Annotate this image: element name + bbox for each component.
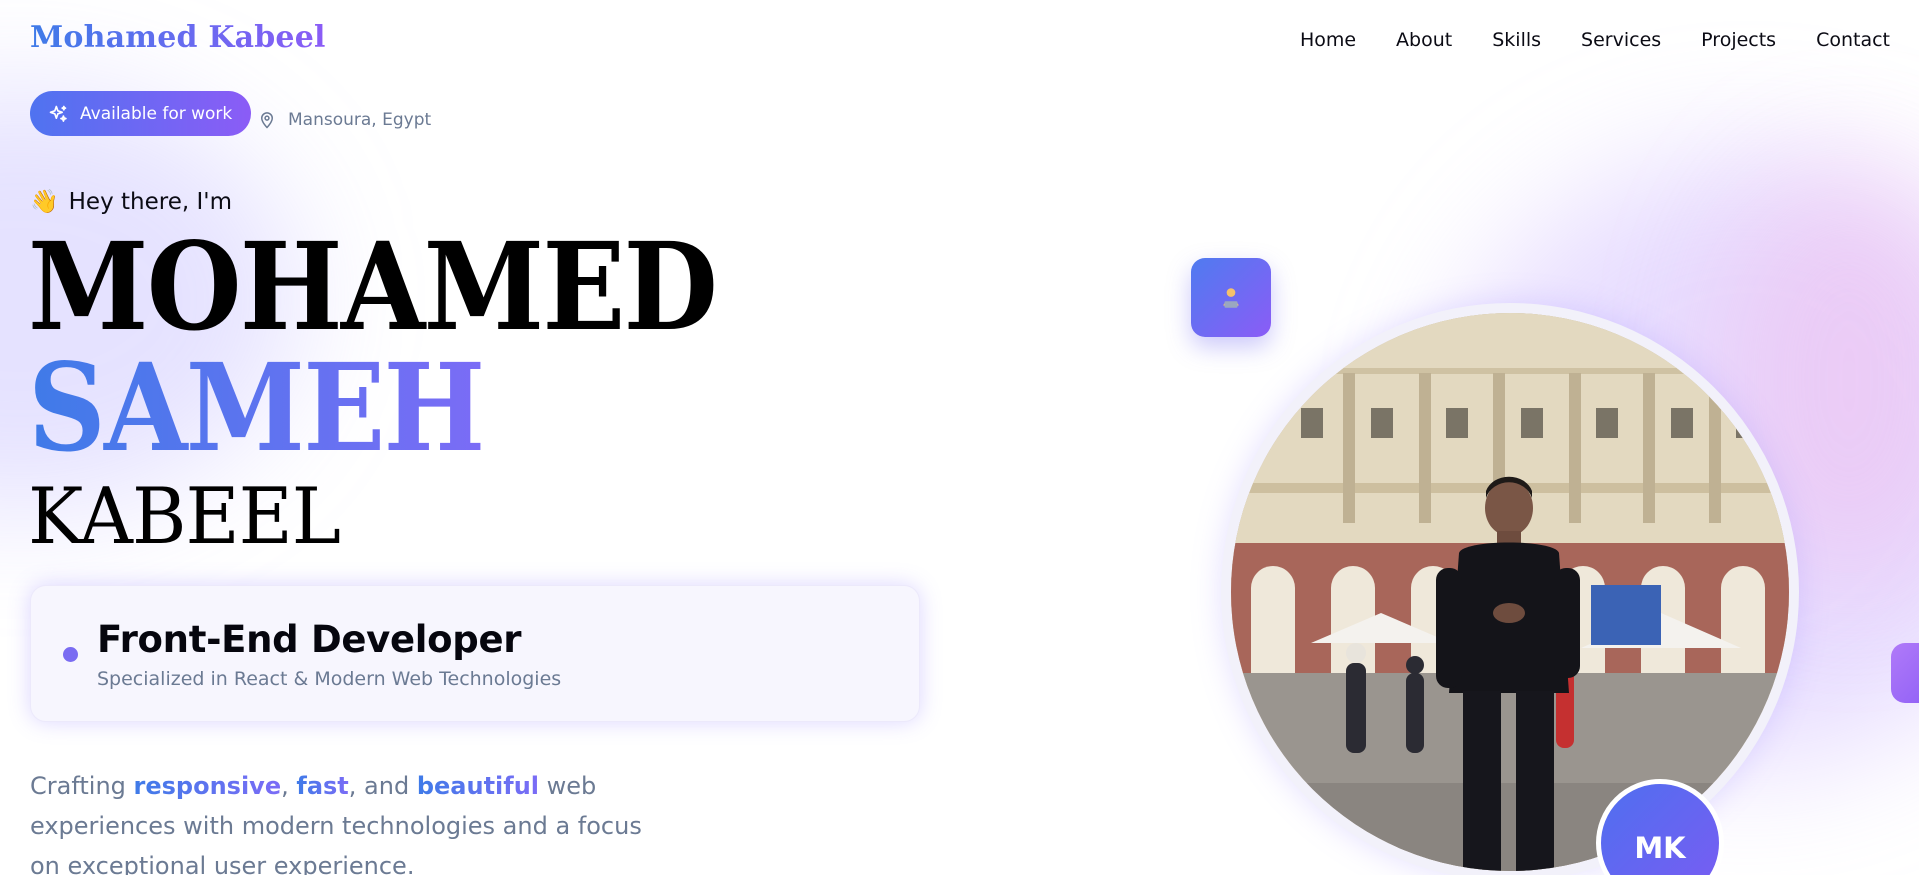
desc-highlight-beautiful: beautiful: [416, 772, 540, 800]
nav-services[interactable]: Services: [1581, 29, 1661, 51]
desc-text-1: Crafting: [30, 772, 134, 800]
sparkle-icon: [49, 105, 67, 122]
greeting-text: Hey there, I'm: [68, 188, 232, 215]
desc-text-3: , and: [348, 772, 417, 800]
main-nav: Home About Skills Services Projects Cont…: [1300, 29, 1890, 51]
map-pin-icon: [260, 112, 274, 129]
role-subtitle: Specialized in React & Modern Web Techno…: [97, 668, 562, 690]
developer-at-laptop-icon: [1223, 287, 1239, 308]
location: Mansoura, Egypt: [258, 110, 431, 130]
profile-photo-illustration: [1231, 313, 1789, 871]
hero-description: Crafting responsive, fast, and beautiful…: [30, 766, 670, 875]
nav-contact[interactable]: Contact: [1816, 29, 1890, 51]
portfolio-page: Mohamed Kabeel Home About Skills Service…: [0, 0, 1919, 875]
available-for-work-button[interactable]: Available for work: [30, 91, 252, 136]
nav-home[interactable]: Home: [1300, 29, 1356, 51]
location-text: Mansoura, Egypt: [288, 110, 432, 130]
nav-about[interactable]: About: [1396, 29, 1452, 51]
profile-photo: [1231, 313, 1789, 871]
site-logo[interactable]: Mohamed Kabeel: [30, 20, 326, 55]
floating-developer-badge: [1191, 258, 1271, 337]
desc-text-2: ,: [281, 772, 297, 800]
available-label: Available for work: [80, 103, 233, 124]
name-first: MOHAMED: [28, 215, 718, 358]
nav-skills[interactable]: Skills: [1492, 29, 1541, 51]
name-last: KABEEL: [28, 472, 341, 562]
role-card: Front-End Developer Specialized in React…: [30, 585, 920, 722]
nav-projects[interactable]: Projects: [1701, 29, 1776, 51]
greeting: 👋 Hey there, I'm: [30, 188, 232, 216]
name-middle: SAMEH: [28, 336, 485, 479]
floating-side-badge: [1891, 643, 1919, 703]
desc-highlight-fast: fast: [296, 772, 349, 800]
role-title: Front-End Developer: [97, 618, 522, 661]
waving-hand-emoji: 👋: [30, 189, 59, 215]
desc-highlight-responsive: responsive: [133, 772, 282, 800]
role-dot: [63, 647, 78, 662]
